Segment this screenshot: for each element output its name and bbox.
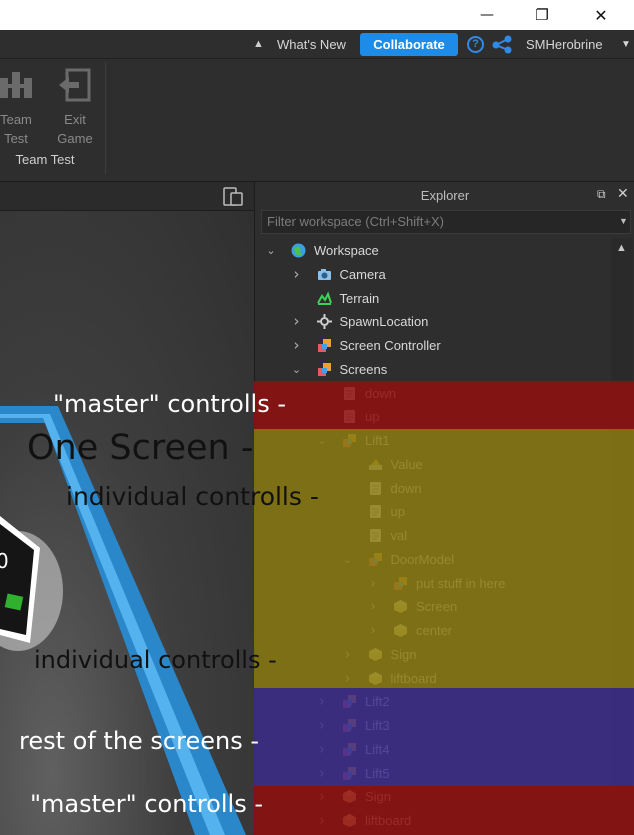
terrain-icon (316, 290, 332, 305)
camera-icon (317, 268, 331, 280)
ribbon-divider (105, 62, 106, 174)
scroll-up-icon[interactable]: ▲ (616, 242, 627, 254)
help-icon[interactable]: ? (467, 36, 484, 53)
master-controls-band-top (254, 381, 634, 429)
share-icon[interactable] (491, 35, 513, 54)
one-screen-band (254, 429, 634, 688)
team-test-icon[interactable] (0, 70, 36, 106)
ribbon-group-label: Team Test (15, 152, 75, 167)
explorer-row-screens[interactable]: ⌄ Screens (255, 358, 605, 381)
collaborate-button[interactable]: Collaborate (360, 33, 458, 56)
explorer-row-label: Terrain (339, 290, 380, 306)
rest-screens-band (254, 688, 634, 786)
annotation-individual-1: individual controlls - (66, 482, 319, 511)
explorer-row-label: Workspace (314, 243, 379, 258)
close-panel-icon[interactable]: ✕ (617, 185, 629, 202)
annotation-rest-screens: rest of the screens - (19, 727, 259, 755)
minimize-button[interactable]: — (464, 0, 510, 30)
title-bar: — ❐ ✕ (0, 0, 634, 30)
user-name[interactable]: SMHerobrine (526, 30, 603, 59)
studio-window: — ❐ ✕ ▲ What's New Collaborate ? SMHerob… (0, 0, 634, 835)
viewport-tab-bar (0, 182, 254, 211)
explorer-row-terrain[interactable]: Terrain (255, 287, 605, 310)
chevron-down-icon[interactable]: ⌄ (291, 358, 303, 381)
explorer-row-label: Screens (339, 361, 388, 377)
master-controls-band-bottom (254, 786, 634, 835)
annotation-master-bottom: "master" controlls - (30, 790, 263, 818)
chevron-right-icon[interactable]: › (291, 263, 303, 286)
annotation-master-top: "master" controlls - (53, 390, 286, 418)
exit-game-button[interactable]: Exit Game (52, 110, 98, 148)
chevron-down-icon[interactable]: ⌄ (265, 239, 277, 262)
undock-icon[interactable]: ⧉ (597, 187, 606, 202)
model-icon (317, 339, 331, 352)
spawn-icon (316, 314, 332, 330)
annotation-one-screen: One Screen - (27, 428, 254, 468)
explorer-row-label: Camera (339, 266, 386, 282)
explorer-filter-input[interactable]: Filter workspace (Ctrl+Shift+X) (261, 210, 631, 234)
whats-new-link[interactable]: What's New (277, 30, 346, 59)
screen-value-text: 0 (0, 549, 9, 573)
maximize-button[interactable]: ❐ (519, 0, 565, 30)
explorer-row-label: SpawnLocation (339, 314, 429, 330)
exit-game-icon[interactable] (57, 68, 93, 106)
explorer-row-screen-controller[interactable]: › Screen Controller (255, 334, 605, 357)
model-icon (317, 362, 331, 376)
team-test-button[interactable]: Team Test (0, 110, 32, 148)
close-button[interactable]: ✕ (578, 0, 624, 30)
chevron-right-icon[interactable]: › (291, 310, 303, 333)
chevron-down-icon[interactable]: ▼ (621, 30, 631, 59)
filter-dropdown-icon[interactable]: ▼ (619, 216, 628, 226)
explorer-row-workspace[interactable]: ⌄ Workspace (255, 239, 605, 262)
device-emulator-icon[interactable] (222, 187, 244, 206)
globe-icon (291, 243, 306, 258)
annotation-individual-2: individual controlls - (34, 646, 277, 674)
explorer-title: Explorer (420, 188, 470, 203)
explorer-row-spawnlocation[interactable]: › SpawnLocation (255, 310, 605, 333)
chevron-right-icon[interactable]: › (291, 334, 303, 357)
explorer-row-label: Screen Controller (339, 338, 441, 353)
explorer-row-camera[interactable]: › Camera (255, 263, 605, 286)
chevron-up-icon: ▲ (253, 38, 264, 50)
